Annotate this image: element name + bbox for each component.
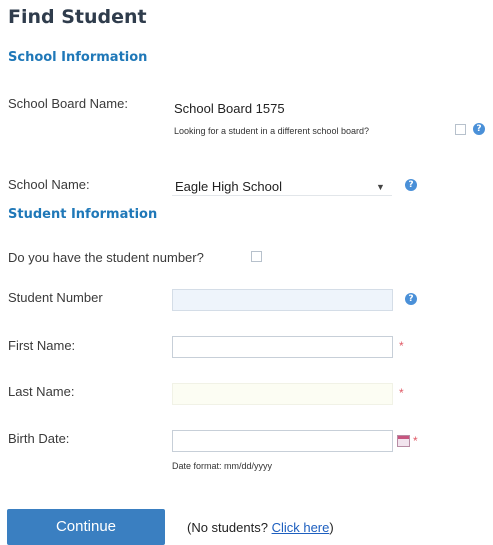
first-name-label: First Name: [8,338,76,353]
no-students-prefix: (No students? [187,520,268,535]
student-number-label: Student Number [8,290,103,305]
continue-button[interactable]: Continue [7,509,165,545]
different-board-checkbox[interactable] [455,124,466,135]
birth-date-label: Birth Date: [8,431,70,446]
calendar-icon[interactable] [397,435,410,447]
student-information-heading: Student Information [8,207,158,222]
different-board-text: Looking for a student in a different sch… [174,126,369,136]
click-here-link[interactable]: Click here [272,520,330,535]
help-icon[interactable]: ? [405,293,417,305]
student-number-input[interactable] [172,289,393,311]
birth-date-input[interactable] [172,430,393,452]
have-student-number-checkbox[interactable] [251,251,262,262]
chevron-down-icon: ▼ [376,182,385,192]
last-name-label: Last Name: [8,384,75,399]
help-icon[interactable]: ? [473,123,485,135]
required-indicator: * [413,434,418,448]
school-name-select[interactable]: Eagle High School ▼ [172,176,392,196]
help-icon[interactable]: ? [405,179,417,191]
school-board-value: School Board 1575 [174,101,285,116]
school-information-heading: School Information [8,50,148,65]
date-format-hint: Date format: mm/dd/yyyy [172,461,273,471]
page-title: Find Student [8,6,147,28]
school-name-label: School Name: [8,177,90,192]
school-name-value: Eagle High School [175,179,282,194]
last-name-input[interactable] [172,383,393,405]
required-indicator: * [399,386,404,400]
first-name-input[interactable] [172,336,393,358]
no-students-text: (No students? Click here) [187,520,334,535]
no-students-suffix: ) [329,520,334,535]
school-board-label: School Board Name: [8,96,128,111]
required-indicator: * [399,339,404,353]
student-number-question-label: Do you have the student number? [8,250,204,265]
